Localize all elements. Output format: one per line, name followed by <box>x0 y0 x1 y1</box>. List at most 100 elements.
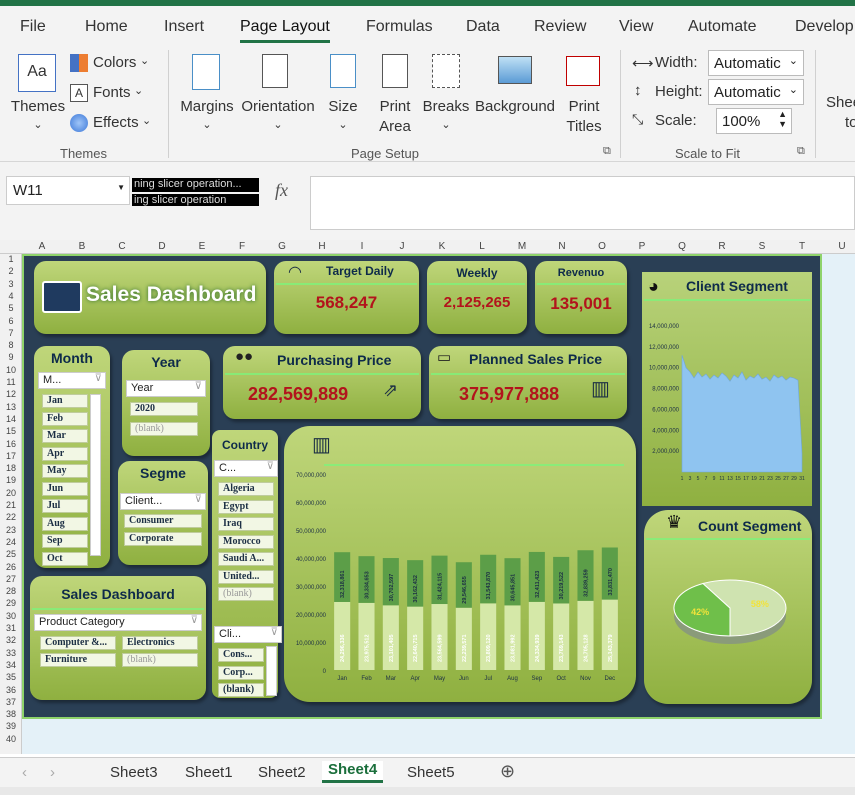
row-header[interactable]: 29 <box>0 598 22 608</box>
client-item[interactable]: Corp... <box>218 665 264 680</box>
tab-data[interactable]: Data <box>466 18 500 36</box>
product-item[interactable]: (blank) <box>122 653 198 667</box>
print-titles-button[interactable]: Print Titles <box>560 50 608 146</box>
row-header[interactable]: 3 <box>0 279 22 289</box>
size-button[interactable]: Size ⌄ <box>322 50 364 146</box>
dialog-launcher-icon[interactable]: ⧉ <box>603 145 611 158</box>
tab-page-layout[interactable]: Page Layout <box>240 18 330 43</box>
row-header[interactable]: 14 <box>0 414 22 424</box>
sheet-tab[interactable]: Sheet5 <box>407 764 455 781</box>
month-item[interactable]: Aug <box>42 516 88 531</box>
row-header[interactable]: 11 <box>0 377 22 387</box>
product-slicer-header[interactable]: Product Category ⊽ <box>34 614 202 631</box>
column-header[interactable]: A <box>22 241 62 252</box>
filter-clear-icon[interactable]: ⊽ <box>191 615 198 626</box>
column-header[interactable]: E <box>182 241 222 252</box>
product-item[interactable]: Furniture <box>40 653 116 667</box>
tab-automate[interactable]: Automate <box>688 18 756 36</box>
column-header[interactable]: M <box>502 241 542 252</box>
month-item[interactable]: May <box>42 464 88 478</box>
client-slicer-header[interactable]: Cli... ⊽ <box>214 626 282 643</box>
country-slicer-header[interactable]: C... ⊽ <box>214 460 278 477</box>
row-header[interactable]: 31 <box>0 623 22 633</box>
sheet-tab[interactable]: Sheet3 <box>110 764 158 781</box>
tab-home[interactable]: Home <box>85 18 128 36</box>
column-header[interactable]: D <box>142 241 182 252</box>
row-header[interactable]: 22 <box>0 512 22 522</box>
row-header[interactable]: 24 <box>0 537 22 547</box>
row-header[interactable]: 33 <box>0 648 22 658</box>
column-header[interactable]: T <box>782 241 822 252</box>
month-item[interactable]: Oct <box>42 551 88 566</box>
column-header[interactable]: I <box>342 241 382 252</box>
month-item[interactable]: Jun <box>42 481 88 496</box>
insert-function-icon[interactable]: fx <box>275 180 288 201</box>
column-header[interactable]: O <box>582 241 622 252</box>
row-header[interactable]: 1 <box>0 254 22 264</box>
product-item[interactable]: Electronics <box>122 636 198 650</box>
row-header[interactable]: 4 <box>0 291 22 301</box>
column-header[interactable]: C <box>102 241 142 252</box>
column-header[interactable]: K <box>422 241 462 252</box>
row-header[interactable]: 37 <box>0 697 22 707</box>
year-item[interactable]: 2020 <box>130 402 198 416</box>
month-item[interactable]: Jul <box>42 499 88 513</box>
column-header[interactable]: G <box>262 241 302 252</box>
year-item[interactable]: (blank) <box>130 422 198 436</box>
scrollbar[interactable] <box>266 646 277 696</box>
column-header[interactable]: P <box>622 241 662 252</box>
row-header[interactable]: 26 <box>0 562 22 572</box>
scroll-left-icon[interactable]: ‹ <box>22 764 27 781</box>
client-item[interactable]: (blank) <box>218 683 264 697</box>
filter-clear-icon[interactable]: ⊽ <box>195 381 202 392</box>
row-header[interactable]: 40 <box>0 734 22 744</box>
row-header[interactable]: 20 <box>0 488 22 498</box>
product-item[interactable]: Computer &... <box>40 636 116 650</box>
month-item[interactable]: Apr <box>42 446 88 461</box>
sheet-tab-active[interactable]: Sheet4 <box>322 761 384 783</box>
segment-slicer-header[interactable]: Client... ⊽ <box>120 493 206 510</box>
country-item[interactable]: Morocco <box>218 534 274 549</box>
column-header[interactable]: U <box>822 241 855 252</box>
column-header[interactable]: F <box>222 241 262 252</box>
month-item[interactable]: Feb <box>42 411 88 426</box>
column-header[interactable]: L <box>462 241 502 252</box>
column-header[interactable]: R <box>702 241 742 252</box>
row-header[interactable]: 35 <box>0 672 22 682</box>
dialog-launcher-icon[interactable]: ⧉ <box>797 145 805 158</box>
country-item[interactable]: Egypt <box>218 499 274 514</box>
sheet-tab[interactable]: Sheet1 <box>185 764 233 781</box>
row-header[interactable]: 39 <box>0 721 22 731</box>
scale-spinner[interactable]: 100% ▲ ▼ <box>716 108 792 134</box>
colors-button[interactable]: Colors ⌄ <box>70 54 160 76</box>
tab-insert[interactable]: Insert <box>164 18 204 36</box>
effects-button[interactable]: Effects ⌄ <box>70 114 160 136</box>
row-header[interactable]: 23 <box>0 525 22 535</box>
country-item[interactable]: United... <box>218 569 274 584</box>
fonts-button[interactable]: A Fonts ⌄ <box>70 84 160 106</box>
column-header[interactable]: S <box>742 241 782 252</box>
tab-view[interactable]: View <box>619 18 653 36</box>
row-header[interactable]: 5 <box>0 303 22 313</box>
row-header[interactable]: 36 <box>0 685 22 695</box>
row-header[interactable]: 30 <box>0 611 22 621</box>
themes-button[interactable]: Aa Themes ⌄ <box>10 50 66 146</box>
country-item[interactable]: (blank) <box>218 587 274 601</box>
tab-file[interactable]: File <box>20 18 46 36</box>
row-header[interactable]: 13 <box>0 402 22 412</box>
country-item[interactable]: Saudi A... <box>218 552 274 566</box>
add-sheet-icon[interactable]: ⊕ <box>500 761 515 782</box>
row-header[interactable]: 10 <box>0 365 22 375</box>
filter-clear-icon[interactable]: ⊽ <box>195 494 202 505</box>
row-header[interactable]: 12 <box>0 389 22 399</box>
column-header[interactable]: J <box>382 241 422 252</box>
scroll-right-icon[interactable]: › <box>50 764 55 781</box>
year-slicer-header[interactable]: Year ⊽ <box>126 380 206 397</box>
breaks-button[interactable]: Breaks ⌄ <box>422 50 470 146</box>
row-header[interactable]: 32 <box>0 635 22 645</box>
row-header[interactable]: 16 <box>0 439 22 449</box>
spinner-arrows-icon[interactable]: ▲ ▼ <box>778 109 787 129</box>
row-header[interactable]: 27 <box>0 574 22 584</box>
formula-input[interactable] <box>310 176 855 230</box>
filter-clear-icon[interactable]: ⊽ <box>95 373 102 384</box>
